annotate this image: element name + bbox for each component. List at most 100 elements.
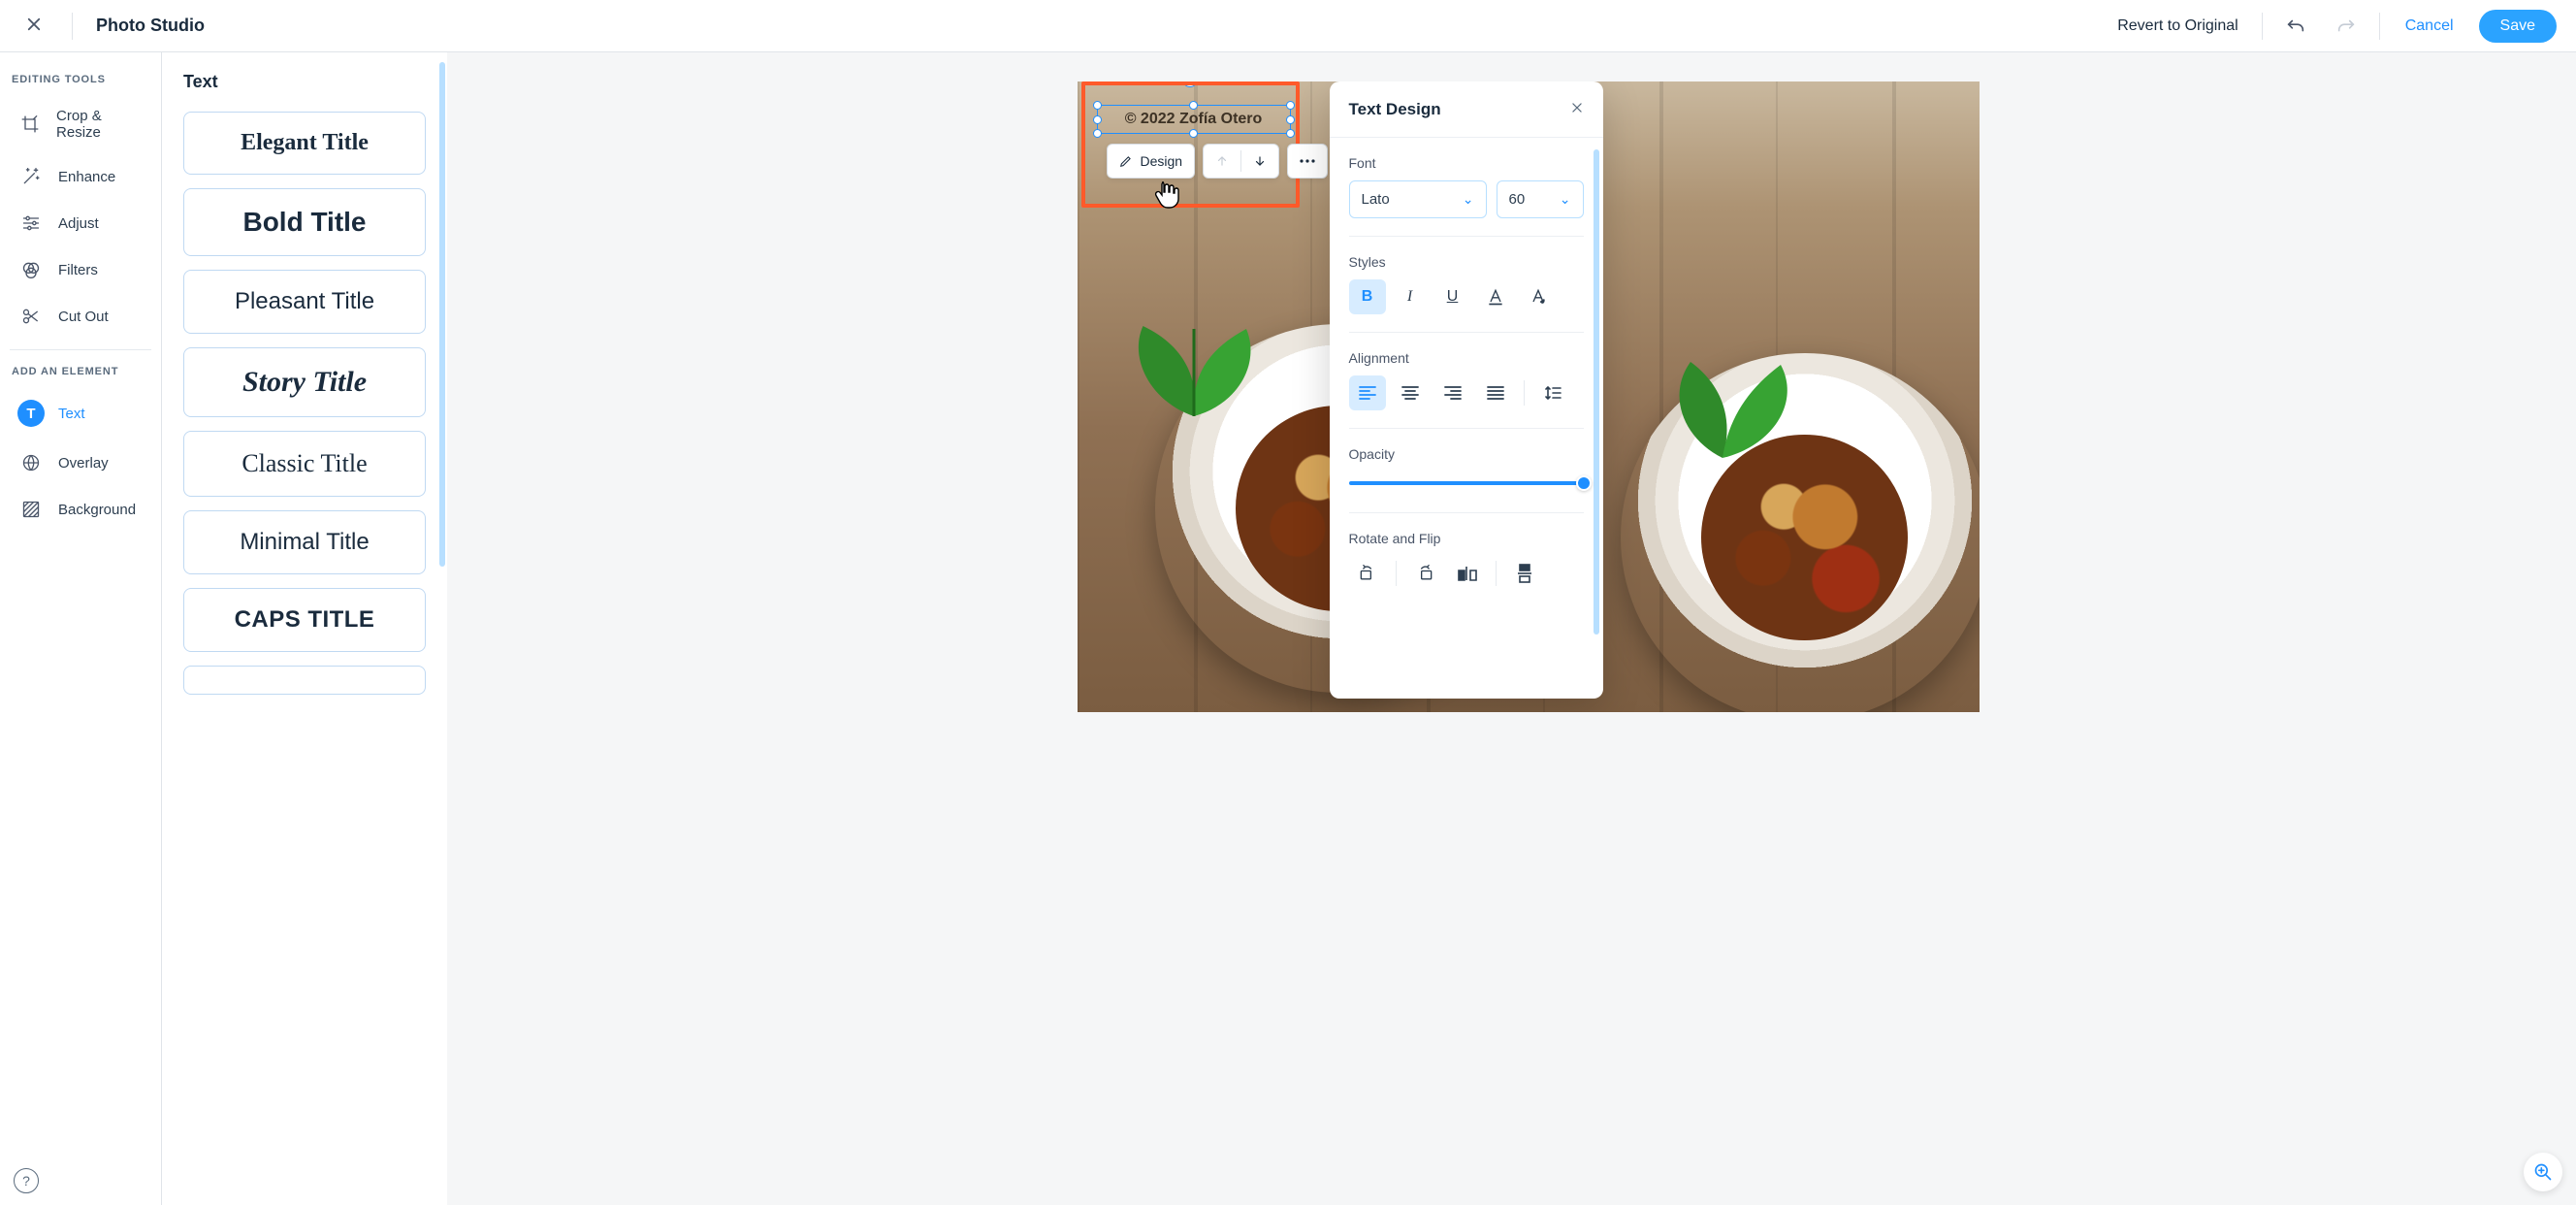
chevron-down-icon: ⌄	[1463, 191, 1474, 208]
header: Photo Studio Revert to Original Cancel S…	[0, 0, 2576, 52]
design-button-label: Design	[1141, 153, 1183, 169]
rotate-right-button[interactable]	[1406, 556, 1443, 591]
sidebar-item-filters[interactable]: Filters	[10, 246, 151, 293]
revert-button[interactable]: Revert to Original	[2109, 12, 2246, 41]
divider	[1349, 428, 1584, 429]
bold-button[interactable]: B	[1349, 279, 1386, 314]
text-design-panel: Text Design Font Lato ⌄	[1330, 81, 1603, 699]
wand-icon	[17, 166, 45, 187]
sidebar-label: Background	[58, 502, 136, 518]
scrollbar[interactable]	[1594, 149, 1599, 635]
more-button[interactable]	[1288, 145, 1327, 178]
page-title: Photo Studio	[96, 16, 205, 36]
sidebar-label: Crop & Resize	[56, 108, 144, 141]
design-button[interactable]: Design	[1108, 145, 1195, 178]
sidebar-item-background[interactable]: Background	[10, 486, 151, 533]
resize-handle[interactable]	[1286, 101, 1295, 110]
font-family-value: Lato	[1362, 191, 1390, 208]
sidebar: EDITING TOOLS Crop & Resize Enhance Adju…	[0, 52, 162, 1205]
highlight-color-button[interactable]	[1520, 279, 1557, 314]
background-icon	[17, 499, 45, 520]
preset-classic[interactable]: Classic Title	[183, 431, 426, 497]
floating-toolbar: Design	[1107, 144, 1329, 179]
close-icon[interactable]	[19, 10, 48, 43]
sidebar-item-enhance[interactable]: Enhance	[10, 153, 151, 200]
zoom-in-icon[interactable]	[2524, 1153, 2562, 1191]
preset-pleasant[interactable]: Pleasant Title	[183, 270, 426, 334]
preset-caps[interactable]: CAPS TITLE	[183, 588, 426, 652]
scrollbar[interactable]	[439, 62, 445, 567]
slider-thumb[interactable]	[1576, 475, 1592, 491]
preset-story[interactable]: Story Title	[183, 347, 426, 417]
layer-up-button[interactable]	[1204, 145, 1240, 178]
divider	[2262, 13, 2263, 40]
divider	[10, 349, 151, 350]
selected-text-value: © 2022 Zofía Otero	[1125, 111, 1263, 128]
presets-title: Text	[183, 72, 426, 92]
undo-icon[interactable]	[2278, 9, 2313, 44]
crop-icon	[17, 114, 43, 135]
layer-down-button[interactable]	[1241, 145, 1278, 178]
selected-text-element[interactable]: © 2022 Zofía Otero	[1097, 105, 1291, 134]
flip-vertical-button[interactable]	[1506, 556, 1543, 591]
divider	[1349, 236, 1584, 237]
sidebar-label: Overlay	[58, 455, 109, 472]
sidebar-item-crop[interactable]: Crop & Resize	[10, 95, 151, 153]
resize-handle[interactable]	[1093, 101, 1102, 110]
resize-handle[interactable]	[1286, 129, 1295, 138]
underline-button[interactable]: U	[1434, 279, 1471, 314]
resize-handle[interactable]	[1189, 129, 1198, 138]
font-size-value: 60	[1509, 191, 1526, 208]
divider	[2379, 13, 2380, 40]
sidebar-item-cutout[interactable]: Cut Out	[10, 293, 151, 340]
save-button[interactable]: Save	[2479, 10, 2557, 43]
sidebar-label: Adjust	[58, 215, 99, 232]
rotate-left-button[interactable]	[1349, 556, 1386, 591]
sidebar-label: Enhance	[58, 169, 115, 185]
sidebar-item-overlay[interactable]: Overlay	[10, 440, 151, 486]
sliders-icon	[17, 212, 45, 234]
resize-handle[interactable]	[1093, 115, 1102, 124]
chevron-down-icon: ⌄	[1560, 191, 1571, 208]
basil-leaf	[1659, 353, 1815, 470]
resize-handle[interactable]	[1286, 115, 1295, 124]
text-color-button[interactable]	[1477, 279, 1514, 314]
text-icon: T	[17, 400, 45, 427]
align-left-button[interactable]	[1349, 375, 1386, 410]
flip-horizontal-button[interactable]	[1449, 556, 1486, 591]
align-center-button[interactable]	[1392, 375, 1429, 410]
panel-title: Text Design	[1349, 100, 1441, 119]
cancel-button[interactable]: Cancel	[2396, 12, 2463, 41]
preset-bold[interactable]: Bold Title	[183, 188, 426, 256]
align-right-button[interactable]	[1434, 375, 1471, 410]
italic-button[interactable]: I	[1392, 279, 1429, 314]
opacity-slider[interactable]	[1349, 472, 1584, 495]
sidebar-item-adjust[interactable]: Adjust	[10, 200, 151, 246]
resize-handle[interactable]	[1093, 129, 1102, 138]
preset-elegant[interactable]: Elegant Title	[183, 112, 426, 175]
opacity-label: Opacity	[1349, 446, 1584, 462]
line-spacing-button[interactable]	[1534, 375, 1571, 410]
font-label: Font	[1349, 155, 1584, 171]
styles-label: Styles	[1349, 254, 1584, 270]
canvas[interactable]: © 2022 Zofía Otero	[1078, 81, 1980, 712]
close-icon[interactable]	[1570, 99, 1584, 119]
font-size-select[interactable]: 60 ⌄	[1497, 180, 1584, 218]
divider	[1349, 512, 1584, 513]
divider	[1349, 332, 1584, 333]
basil-leaf	[1116, 314, 1272, 431]
divider	[1524, 380, 1525, 406]
divider	[72, 13, 73, 40]
sidebar-label: Text	[58, 406, 85, 422]
preset-minimal[interactable]: Minimal Title	[183, 510, 426, 574]
resize-handle[interactable]	[1189, 101, 1198, 110]
font-family-select[interactable]: Lato ⌄	[1349, 180, 1487, 218]
sidebar-label: Filters	[58, 262, 98, 278]
preset-more[interactable]	[183, 666, 426, 695]
sidebar-item-text[interactable]: T Text	[10, 387, 151, 440]
align-justify-button[interactable]	[1477, 375, 1514, 410]
alignment-label: Alignment	[1349, 350, 1584, 366]
redo-icon[interactable]	[2329, 9, 2364, 44]
help-icon[interactable]: ?	[14, 1168, 39, 1193]
rotate-label: Rotate and Flip	[1349, 531, 1584, 546]
